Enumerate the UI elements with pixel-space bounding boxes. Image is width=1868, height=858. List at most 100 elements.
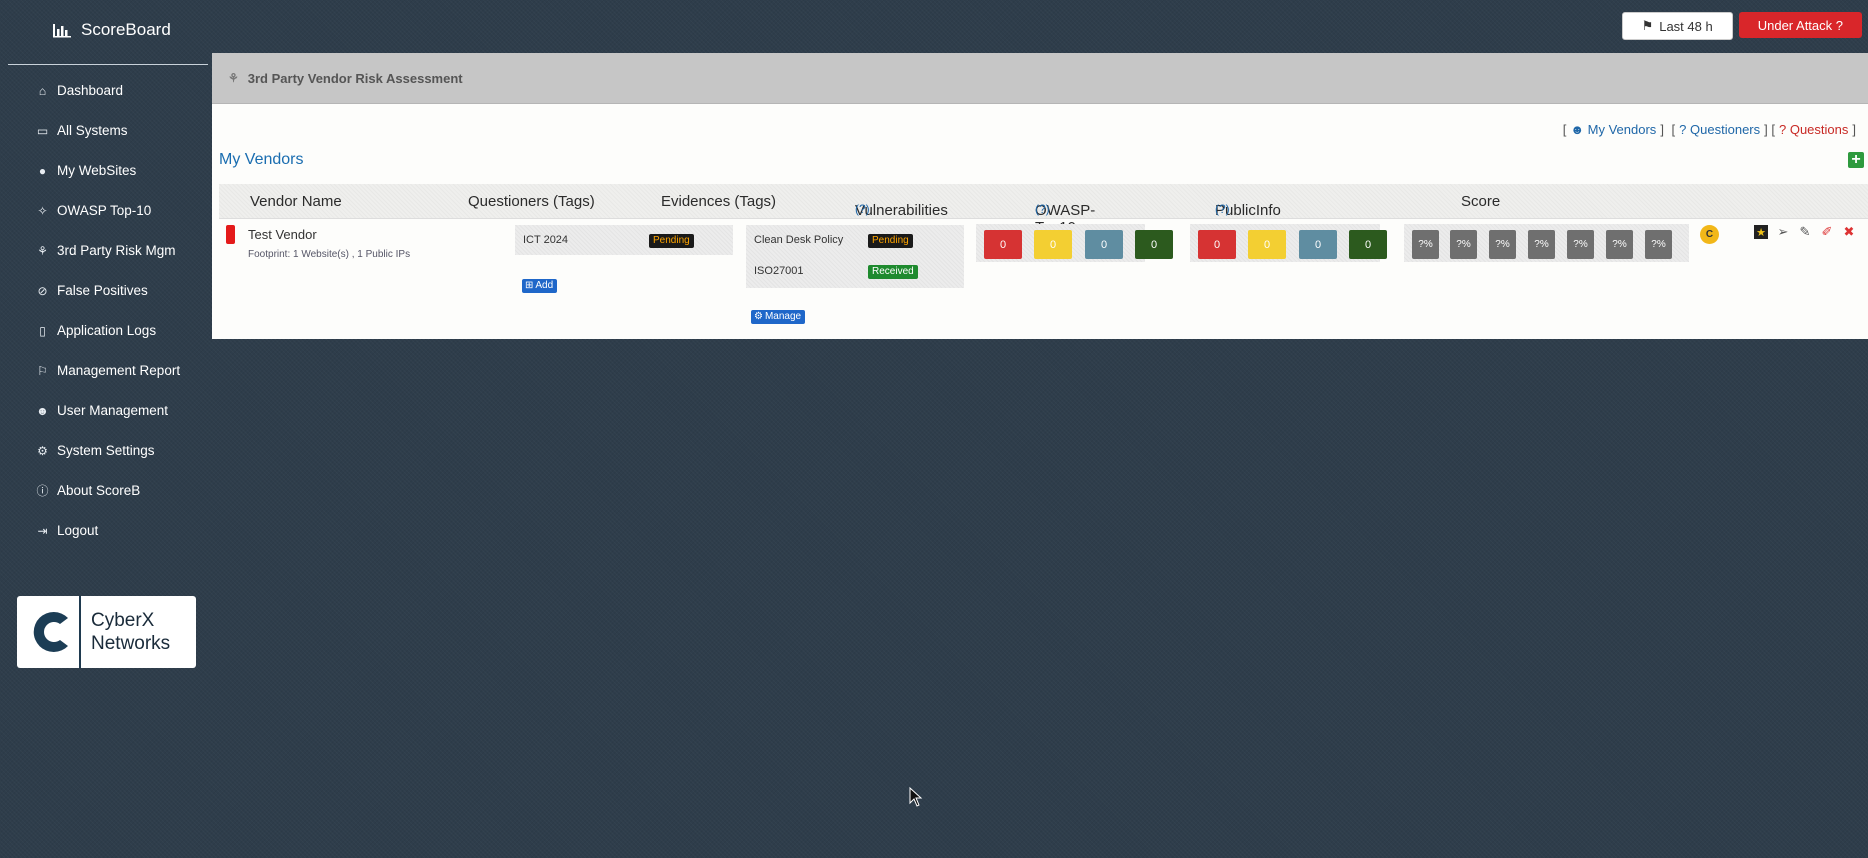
owasp-help-link[interactable]: (?)	[1035, 202, 1050, 216]
evidence-name[interactable]: Clean Desk Policy	[754, 234, 843, 246]
risk-marker	[226, 225, 235, 244]
add-label: Add	[535, 280, 554, 291]
sidebar-item-dashboard[interactable]: ⌂ Dashboard	[36, 83, 180, 123]
sidebar: ScoreBoard ⌂ Dashboard ▭ All Systems ● My W…	[0, 0, 208, 858]
manage-evidences-button[interactable]: ⚙ Manage	[751, 310, 806, 324]
questions-link-label: Questions	[1789, 122, 1849, 137]
handshake-icon: ⚘	[37, 244, 48, 258]
under-attack-button[interactable]: Under Attack ?	[1738, 12, 1862, 38]
publicinfo-cell[interactable]: ?%	[1606, 230, 1633, 259]
status-badge: Received	[868, 265, 918, 279]
info-icon: ⓘ	[36, 484, 49, 498]
sign-out-icon: ⇥	[37, 524, 48, 538]
sidebar-item-about[interactable]: ⓘ About ScoreB	[36, 483, 180, 523]
sidebar-item-label: User Management	[57, 403, 169, 418]
brand-name: ScoreBoard	[81, 20, 171, 39]
panel-title: 3rd Party Vendor Risk Assessment	[247, 70, 463, 86]
vulns-help-link[interactable]: (?)	[855, 202, 870, 216]
section-title: My Vendors	[219, 151, 304, 168]
sidebar-item-all-systems[interactable]: ▭ All Systems	[36, 123, 180, 163]
sidebar-item-false-positives[interactable]: ⊘ False Positives	[36, 283, 180, 323]
publicinfo-cell[interactable]: ?%	[1489, 230, 1516, 259]
my-vendors-link-label: My Vendors	[1587, 122, 1657, 137]
sidebar-item-label: About ScoreB	[57, 483, 141, 498]
vuln-high-count[interactable]: 0	[1034, 230, 1072, 259]
sidebar-item-application-logs[interactable]: ▯ Application Logs	[36, 323, 180, 363]
sidebar-item-owasp[interactable]: ✧ OWASP Top-10	[36, 203, 180, 243]
vendor-footprint: Footprint: 1 Website(s) , 1 Public IPs	[248, 249, 411, 260]
trash-icon[interactable]: ✖	[1842, 224, 1856, 239]
sidebar-item-3rd-party[interactable]: ⚘ 3rd Party Risk Mgm	[36, 243, 180, 283]
flag-icon: ⚐	[37, 364, 48, 378]
vuln-low-count[interactable]: 0	[1135, 230, 1173, 259]
sidebar-item-label: My WebSites	[57, 163, 137, 178]
questioner-name[interactable]: ICT 2024	[523, 234, 568, 246]
my-vendors-link[interactable]: ☻ My Vendors	[1570, 122, 1656, 137]
sidebar-item-label: Application Logs	[57, 323, 157, 338]
bracket: [	[1667, 122, 1676, 137]
sidebar-item-label: System Settings	[57, 443, 155, 458]
sidebar-item-label: OWASP Top-10	[57, 203, 152, 218]
crosshair-icon: ✧	[37, 204, 48, 218]
publicinfo-cell[interactable]: ?%	[1645, 230, 1672, 259]
handshake-icon: ⚘	[228, 71, 239, 85]
sidebar-nav: ⌂ Dashboard ▭ All Systems ● My WebSites ✧ OW…	[36, 83, 180, 563]
sidebar-item-label: All Systems	[57, 123, 128, 138]
evidence-name[interactable]: ISO27001	[754, 265, 804, 277]
star-icon[interactable]: ★	[1754, 225, 1768, 239]
sidebar-item-my-websites[interactable]: ● My WebSites	[36, 163, 180, 203]
question-circle-icon: ?	[1778, 122, 1787, 137]
sidebar-item-logout[interactable]: ⇥ Logout	[36, 523, 180, 563]
bracket: [	[1562, 122, 1567, 137]
bar-chart-icon	[53, 24, 71, 38]
flag-icon: ⚑	[1641, 18, 1654, 33]
last-48h-button[interactable]: ⚑ Last 48 h	[1621, 12, 1733, 40]
vuln-medium-count[interactable]: 0	[1085, 230, 1123, 259]
owasp-low-count[interactable]: 0	[1349, 230, 1387, 259]
evidence-tags: Clean Desk Policy Pending ISO27001 Recei…	[746, 225, 964, 288]
sidebar-item-user-management[interactable]: ☻ User Management	[36, 403, 180, 443]
cyberx-logo-mark	[23, 596, 81, 668]
owasp-medium-count[interactable]: 0	[1299, 230, 1337, 259]
owasp-critical-count[interactable]: 0	[1198, 230, 1236, 259]
send-icon[interactable]: ➢	[1776, 224, 1790, 239]
add-questioner-button[interactable]: ⊞ Add	[522, 279, 558, 293]
questions-link[interactable]: ? Questions	[1779, 122, 1848, 137]
edit-icon[interactable]: ✎	[1798, 224, 1812, 239]
col-score: Score	[1461, 193, 1501, 210]
cyberx-logo-text: CyberX Networks	[81, 609, 170, 655]
publicinfo-help-link[interactable]: (?)	[1215, 202, 1230, 216]
gear-icon: ⚙	[754, 311, 763, 322]
publicinfo-cell[interactable]: ?%	[1450, 230, 1477, 259]
publicinfo-cell[interactable]: ?%	[1412, 230, 1439, 259]
desktop-icon: ▭	[36, 124, 49, 138]
vendor-name[interactable]: Test Vendor	[248, 227, 317, 242]
brand[interactable]: ScoreBoard	[52, 20, 171, 40]
cogs-icon: ⚙	[37, 444, 48, 458]
sidebar-item-system-settings[interactable]: ⚙ System Settings	[36, 443, 180, 483]
logo-line1: CyberX	[91, 610, 155, 631]
owasp-high-count[interactable]: 0	[1248, 230, 1286, 259]
publicinfo-cell[interactable]: ?%	[1567, 230, 1594, 259]
sidebar-item-management-report[interactable]: ⚐ Management Report	[36, 363, 180, 403]
last-48h-label: Last 48 h	[1659, 18, 1713, 34]
add-vendor-button[interactable]: +	[1848, 152, 1864, 168]
vuln-critical-count[interactable]: 0	[984, 230, 1022, 259]
manage-label: Manage	[764, 311, 802, 322]
plus-square-icon: ⊞	[525, 280, 534, 291]
col-questioners: Questioners (Tags)	[468, 193, 595, 210]
score-badge: C	[1700, 225, 1719, 244]
bracket: ]	[1852, 122, 1856, 137]
bracket: ]	[1660, 122, 1664, 137]
publicinfo-cell[interactable]: ?%	[1528, 230, 1555, 259]
eraser-icon[interactable]: ✐	[1820, 224, 1834, 239]
status-badge: Pending	[868, 234, 913, 248]
logo-line2: Networks	[91, 633, 171, 654]
main-panel: ⚘ 3rd Party Vendor Risk Assessment [ ☻ M…	[212, 53, 1868, 339]
questioners-link[interactable]: ? Questioners	[1679, 122, 1760, 137]
top-actions: ⚑ Last 48 h Under Attack ?	[1621, 12, 1862, 40]
question-circle-icon: ?	[1679, 122, 1687, 137]
sidebar-divider	[8, 64, 208, 65]
globe-icon: ●	[38, 164, 47, 178]
under-attack-label: Under Attack ?	[1757, 17, 1843, 33]
